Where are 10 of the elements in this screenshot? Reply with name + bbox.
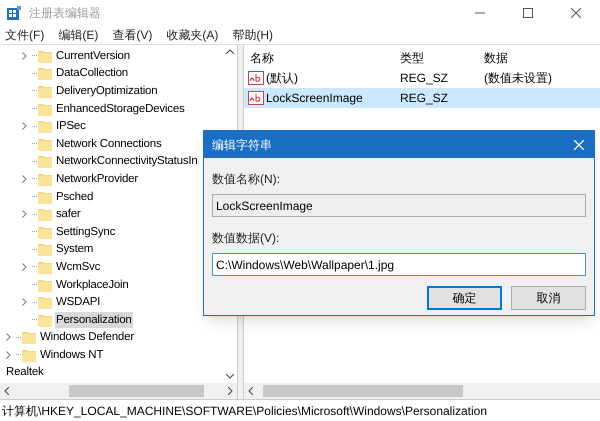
table-cell-text: (默认)	[266, 70, 298, 87]
table-cell-text: REG_SZ	[399, 90, 450, 107]
table-cell-text: (数值未设置)	[483, 70, 553, 87]
table-cell-text: REG_SZ	[399, 70, 450, 87]
value-data-label: 数值数据(V):	[212, 230, 280, 247]
value-name-field: LockScreenImage	[212, 194, 586, 217]
table-cell-text: LockScreenImage	[266, 90, 363, 107]
dialog-title: 编辑字符串	[212, 136, 272, 154]
value-name-label: 数值名称(N):	[212, 171, 281, 188]
window-title: 注册表编辑器	[29, 5, 101, 22]
